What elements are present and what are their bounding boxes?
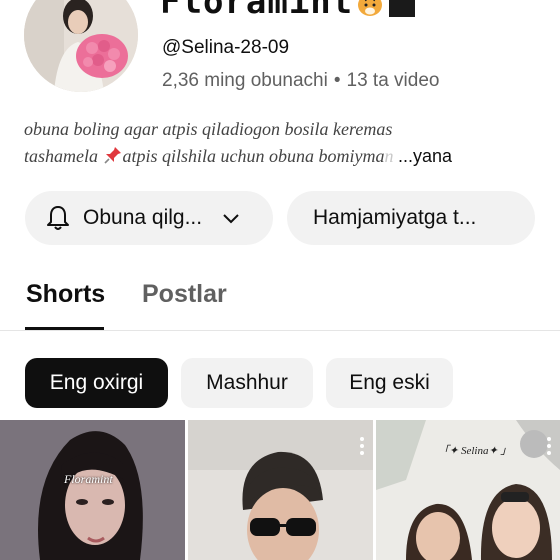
tab-shorts[interactable]: Shorts xyxy=(26,280,105,309)
channel-avatar[interactable] xyxy=(24,0,138,92)
bio-line-2-fade: n xyxy=(384,146,394,166)
more-vertical-icon[interactable] xyxy=(359,436,365,456)
shorts-thumbnail[interactable]: Floramint xyxy=(0,420,185,560)
more-vertical-icon[interactable] xyxy=(546,436,552,456)
bio-line-1: obuna boling agar atpis qiladiogon bosil… xyxy=(24,119,393,139)
stats-separator: • xyxy=(333,70,341,91)
bio-line-2-start: tashamela xyxy=(24,146,103,166)
filter-chip-latest[interactable]: Eng oxirgi xyxy=(25,358,168,408)
pushpin-icon xyxy=(103,147,121,164)
shorts-thumbnail[interactable]: 「✦ Selina✦ 」 xyxy=(376,420,560,560)
bio-more-link[interactable]: ...yana xyxy=(398,146,452,166)
bell-icon xyxy=(47,206,69,230)
join-community-button[interactable]: Hamjamiyatga t... xyxy=(287,191,535,245)
filter-chip-popular[interactable]: Mashhur xyxy=(181,358,313,408)
join-community-label: Hamjamiyatga t... xyxy=(313,206,477,229)
thumbnail-overlay-text: 「✦ Selina✦ 」 xyxy=(438,445,512,457)
filter-chip-oldest[interactable]: Eng eski xyxy=(326,358,453,408)
subscribed-button[interactable]: Obuna qilg... xyxy=(25,191,273,245)
subscribed-button-label: Obuna qilg... xyxy=(83,206,203,229)
channel-description[interactable]: obuna boling agar atpis qiladiogon bosil… xyxy=(24,116,536,170)
black-square-icon xyxy=(389,0,416,17)
thumbnail-overlay-text: Floramint xyxy=(64,472,113,486)
chevron-down-icon xyxy=(223,214,239,224)
channel-stats: 2,36 ming obunachi • 13 ta video xyxy=(162,70,439,92)
subscriber-count: 2,36 ming obunachi xyxy=(162,70,328,91)
shorts-thumbnail[interactable] xyxy=(188,420,373,560)
channel-name-text: Floramint xyxy=(160,0,354,22)
channel-handle: @Selina-28-09 xyxy=(162,37,290,58)
tiger-face-icon xyxy=(358,0,383,16)
tab-posts[interactable]: Postlar xyxy=(142,280,227,309)
tabs-divider xyxy=(0,330,560,331)
video-count: 13 ta video xyxy=(346,70,440,91)
bio-line-2: tashamela atpis qilshila uchun obuna bom… xyxy=(24,143,536,170)
channel-name: Floramint xyxy=(160,0,416,22)
bio-line-2-rest: atpis qilshila uchun obuna bomiyma xyxy=(122,146,385,166)
